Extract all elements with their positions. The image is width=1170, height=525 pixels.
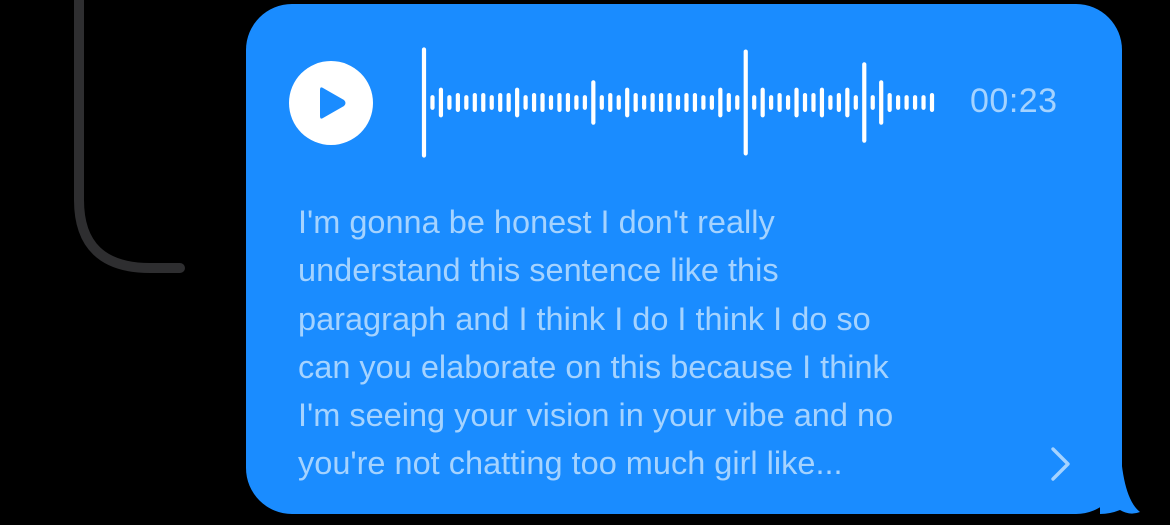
chevron-right-icon[interactable] bbox=[1040, 444, 1080, 484]
audio-duration: 00:23 bbox=[970, 82, 1058, 120]
play-icon bbox=[320, 87, 346, 119]
transcript-text: I'm gonna be honest I don't really under… bbox=[298, 204, 894, 482]
audio-waveform[interactable] bbox=[400, 40, 945, 165]
play-button[interactable] bbox=[289, 61, 373, 145]
message-thread: 00:23 I'm gonna be honest I don't really… bbox=[0, 0, 1170, 525]
reply-thread-line bbox=[74, 0, 185, 273]
bubble-tail bbox=[1100, 440, 1140, 514]
